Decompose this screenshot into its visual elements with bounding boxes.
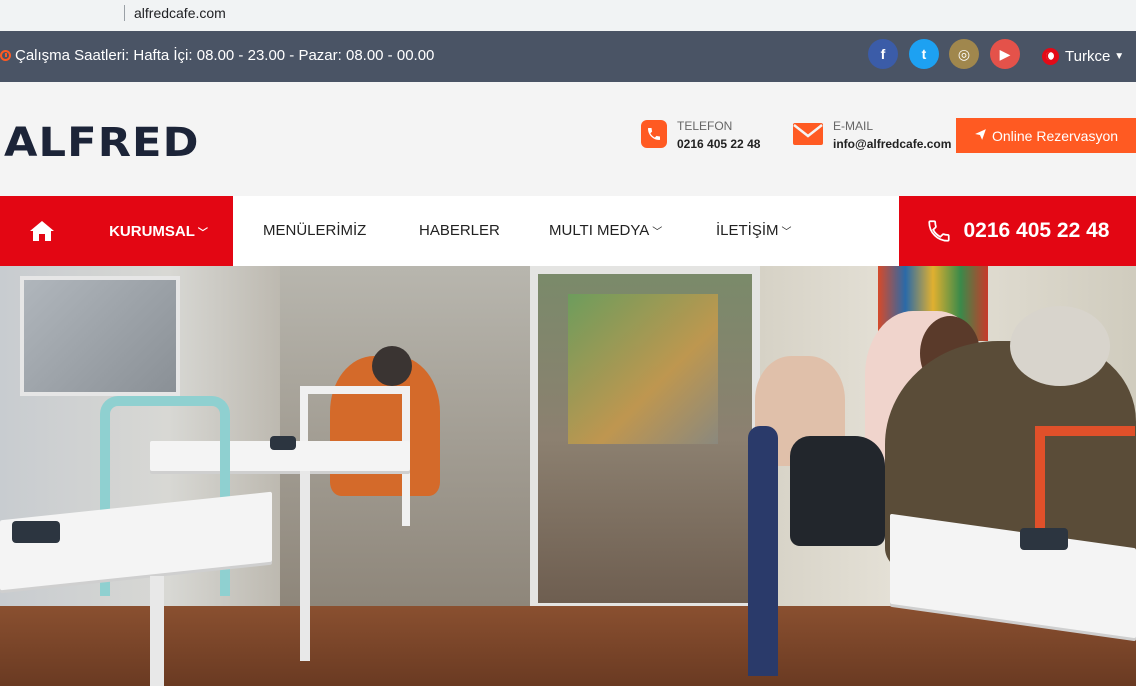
clock-icon	[0, 50, 11, 61]
nav-item-iletisim[interactable]: İLETİŞİM ﹀	[716, 222, 792, 239]
photo-person-hood	[1010, 306, 1110, 386]
twitter-icon[interactable]: t	[909, 39, 939, 69]
nav-item-haberler[interactable]: HABERLER	[419, 222, 500, 239]
site-header: ALFRED TELEFON 0216 405 22 48 E-MAIL inf…	[0, 82, 1136, 196]
email-value[interactable]: info@alfredcafe.com	[833, 137, 951, 151]
main-nav: KURUMSAL ﹀ MENÜLERİMİZ HABERLER MULTI ME…	[0, 196, 1136, 266]
nav-phone-number: 0216 405 22 48	[963, 219, 1110, 242]
nav-item-label: MULTI MEDYA	[549, 222, 650, 239]
photo-ashtray	[12, 521, 60, 543]
home-button[interactable]	[0, 196, 84, 266]
caret-down-icon: ▼	[1114, 51, 1125, 62]
phone-label: TELEFON	[677, 119, 733, 133]
phone-outline-icon	[927, 220, 950, 242]
top-info-bar: Çalışma Saatleri: Hafta İçi: 08.00 - 23.…	[0, 31, 1136, 82]
working-hours-text: Çalışma Saatleri: Hafta İçi: 08.00 - 23.…	[15, 47, 435, 64]
email-icon	[792, 122, 824, 146]
photo-ashtray	[1020, 528, 1068, 550]
reservation-label: Online Rezervasyon	[991, 127, 1119, 144]
chevron-down-icon: ﹀	[781, 227, 792, 238]
photo-chair	[748, 426, 778, 676]
nav-item-label: KURUMSAL	[109, 222, 195, 240]
nav-item-label: İLETİŞİM	[716, 222, 779, 239]
email-label: E-MAIL	[833, 119, 874, 133]
photo-table-leg	[150, 576, 164, 686]
hero-cafe-photo	[0, 266, 1136, 686]
working-hours: Çalışma Saatleri: Hafta İçi: 08.00 - 23.…	[0, 47, 434, 64]
chevron-down-icon: ﹀	[197, 227, 208, 239]
nav-item-multi-medya[interactable]: MULTI MEDYA ﹀	[549, 222, 662, 239]
photo-person-head	[372, 346, 412, 386]
phone-value[interactable]: 0216 405 22 48	[677, 137, 760, 151]
photo-ashtray	[270, 436, 296, 450]
phone-icon	[641, 120, 667, 148]
instagram-icon[interactable]: ◎	[949, 39, 979, 69]
facebook-icon[interactable]: f	[868, 39, 898, 69]
photo-bag	[790, 436, 885, 546]
chevron-down-icon: ﹀	[652, 227, 663, 238]
photo-table-leg	[300, 471, 310, 661]
youtube-icon[interactable]: ▶	[990, 39, 1020, 69]
nav-item-menulerimiz[interactable]: MENÜLERİMİZ	[263, 222, 366, 239]
browser-address-bar: alfredcafe.com	[0, 0, 1136, 31]
language-label: Turkce	[1065, 48, 1111, 65]
address-separator	[124, 5, 125, 21]
home-icon	[30, 221, 54, 241]
language-selector[interactable]: Turkce ▼	[1042, 48, 1124, 65]
nav-phone-block[interactable]: 0216 405 22 48	[899, 196, 1136, 266]
photo-window	[20, 276, 180, 396]
site-logo[interactable]: ALFRED	[4, 120, 200, 166]
online-reservation-button[interactable]: Online Rezervasyon	[956, 118, 1136, 153]
paper-plane-icon	[974, 128, 987, 144]
photo-glass-door	[530, 266, 760, 611]
url-text[interactable]: alfredcafe.com	[134, 5, 226, 21]
turkey-flag-icon	[1042, 48, 1059, 65]
photo-floor	[0, 606, 1136, 686]
nav-item-kurumsal[interactable]: KURUMSAL ﹀	[84, 196, 233, 266]
